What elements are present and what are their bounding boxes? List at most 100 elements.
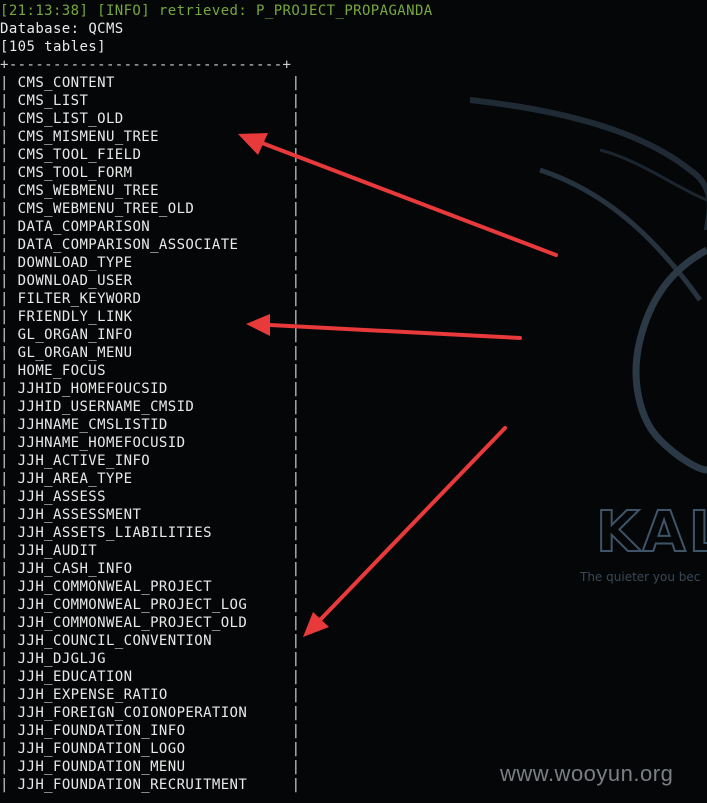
- table-name: JJHID_USERNAME_CMSID: [17, 399, 195, 415]
- table-border-right: |: [291, 201, 301, 217]
- table-row: | JJH_COUNCIL_CONVENTION |: [0, 632, 301, 650]
- database-line: Database: QCMS: [0, 20, 124, 38]
- table-border-left: |: [0, 471, 18, 487]
- table-border-left: |: [0, 165, 18, 181]
- table-row: | JJHNAME_CMSLISTID |: [0, 416, 301, 434]
- table-name: CMS_TOOL_FORM: [17, 165, 133, 181]
- table-row: | FILTER_KEYWORD |: [0, 290, 301, 308]
- table-border-left: |: [0, 561, 18, 577]
- table-border-right: |: [291, 597, 301, 613]
- table-border-left: |: [0, 687, 18, 703]
- table-border-right: |: [291, 471, 301, 487]
- table-border-left: |: [0, 705, 18, 721]
- table-border-left: |: [0, 759, 18, 775]
- table-row: | JJH_ASSESS |: [0, 488, 301, 506]
- table-row: | CMS_LIST_OLD |: [0, 110, 301, 128]
- table-border-right: |: [291, 93, 301, 109]
- table-border-left: |: [0, 489, 18, 505]
- table-border-left: |: [0, 75, 18, 91]
- table-border-right: |: [291, 255, 301, 271]
- table-border-right: |: [291, 561, 301, 577]
- table-border-right: |: [291, 651, 301, 667]
- table-row: | CMS_LIST |: [0, 92, 301, 110]
- table-border-left: |: [0, 579, 18, 595]
- table-row: | DOWNLOAD_TYPE |: [0, 254, 301, 272]
- table-border-right: |: [291, 345, 301, 361]
- table-border-left: |: [0, 615, 18, 631]
- table-row: | JJH_AREA_TYPE |: [0, 470, 301, 488]
- table-row: | JJH_CASH_INFO |: [0, 560, 301, 578]
- table-name: CMS_TOOL_FIELD: [17, 147, 142, 163]
- kali-logo: KALI: [595, 499, 707, 566]
- table-border-right: |: [291, 543, 301, 559]
- table-border-right: |: [291, 507, 301, 523]
- table-name: GL_ORGAN_MENU: [17, 345, 133, 361]
- table-row: | CMS_WEBMENU_TREE_OLD |: [0, 200, 301, 218]
- table-border-right: |: [291, 147, 301, 163]
- table-border-right: |: [291, 219, 301, 235]
- table-border-left: |: [0, 255, 18, 271]
- table-border-right: |: [291, 705, 301, 721]
- table-name: JJH_COUNCIL_CONVENTION: [17, 633, 212, 649]
- table-row: | JJH_FOUNDATION_RECRUITMENT |: [0, 776, 301, 794]
- table-border-right: |: [291, 165, 301, 181]
- table-name: FILTER_KEYWORD: [17, 291, 142, 307]
- table-border-right: |: [291, 129, 301, 145]
- table-row: | JJH_EDUCATION |: [0, 668, 301, 686]
- table-border-right: |: [291, 759, 301, 775]
- table-name: CMS_WEBMENU_TREE: [17, 183, 159, 199]
- table-row: | JJH_FOUNDATION_LOGO |: [0, 740, 301, 758]
- table-border-left: |: [0, 147, 18, 163]
- table-border-right: |: [291, 633, 301, 649]
- table-border-right: |: [291, 669, 301, 685]
- table-border-left: |: [0, 291, 18, 307]
- table-border-right: |: [291, 777, 301, 793]
- table-border-left: |: [0, 651, 18, 667]
- table-name: JJHID_HOMEFOUCSID: [17, 381, 168, 397]
- table-name: CMS_LIST_OLD: [17, 111, 124, 127]
- table-border-left: |: [0, 597, 18, 613]
- table-row: | JJH_FOUNDATION_INFO |: [0, 722, 301, 740]
- table-border-right: |: [291, 75, 301, 91]
- table-border-left: |: [0, 183, 18, 199]
- table-name: JJH_ASSESSMENT: [17, 507, 142, 523]
- table-border-right: |: [291, 381, 301, 397]
- table-border-right: |: [291, 687, 301, 703]
- table-border-right: |: [291, 399, 301, 415]
- table-border-left: |: [0, 543, 18, 559]
- table-row: | JJHID_HOMEFOUCSID |: [0, 380, 301, 398]
- table-border-left: |: [0, 507, 18, 523]
- table-border-left: |: [0, 363, 18, 379]
- table-name: JJH_FOUNDATION_INFO: [17, 723, 186, 739]
- table-name: CMS_MISMENU_TREE: [17, 129, 159, 145]
- table-name: GL_ORGAN_INFO: [17, 327, 133, 343]
- table-border-left: |: [0, 525, 18, 541]
- table-border-left: |: [0, 399, 18, 415]
- table-name: HOME_FOCUS: [17, 363, 106, 379]
- table-name: FRIENDLY_LINK: [17, 309, 133, 325]
- table-border-left: |: [0, 201, 18, 217]
- table-border-right: |: [291, 435, 301, 451]
- table-row: | DATA_COMPARISON |: [0, 218, 301, 236]
- table-border-left: |: [0, 453, 18, 469]
- table-row: | JJH_COMMONWEAL_PROJECT_LOG |: [0, 596, 301, 614]
- table-name: JJH_FOUNDATION_LOGO: [17, 741, 186, 757]
- table-row: | JJH_EXPENSE_RATIO |: [0, 686, 301, 704]
- table-row: | DOWNLOAD_USER |: [0, 272, 301, 290]
- table-row: | JJH_ASSETS_LIABILITIES |: [0, 524, 301, 542]
- table-border-right: |: [291, 273, 301, 289]
- table-border-top: +-------------------------------+: [0, 57, 292, 73]
- table-border-left: |: [0, 741, 18, 757]
- table-border-left: |: [0, 93, 18, 109]
- table-name: JJH_CASH_INFO: [17, 561, 133, 577]
- table-name: JJH_AREA_TYPE: [17, 471, 133, 487]
- table-border-right: |: [291, 723, 301, 739]
- table-border-left: |: [0, 309, 18, 325]
- table-row: | JJH_DJGLJG |: [0, 650, 301, 668]
- database-label: Database:: [0, 21, 80, 37]
- table-name: JJH_DJGLJG: [17, 651, 106, 667]
- table-name: JJH_AUDIT: [17, 543, 98, 559]
- table-name: JJH_COMMONWEAL_PROJECT_LOG: [17, 597, 248, 613]
- table-border-left: |: [0, 111, 18, 127]
- table-border-right: |: [291, 111, 301, 127]
